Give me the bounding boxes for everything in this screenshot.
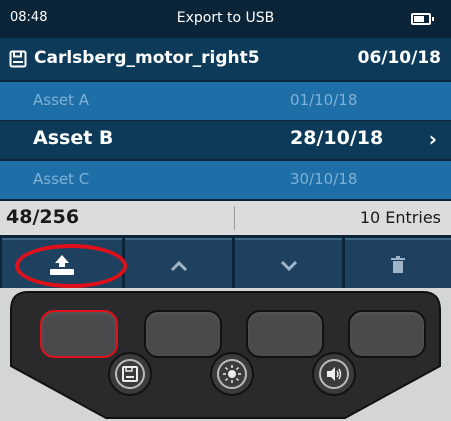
asset-row-b[interactable]: Asset B 28/10/18 › (0, 121, 451, 159)
volume-button[interactable] (312, 352, 356, 396)
status-bar: 08:48 Export to USB (0, 0, 451, 36)
save-icon (122, 366, 138, 382)
chevron-up-icon (170, 260, 188, 272)
floppy-disk-icon (9, 50, 27, 68)
divider (234, 206, 235, 230)
save-button[interactable] (108, 352, 152, 396)
function-button-1[interactable] (40, 310, 118, 358)
function-button-3[interactable] (246, 310, 324, 358)
softkey-delete[interactable] (345, 238, 451, 288)
chevron-down-icon (280, 260, 298, 272)
hardware-panel (0, 288, 451, 421)
asset-name: Asset B (33, 127, 114, 149)
file-date: 06/10/18 (357, 48, 441, 68)
chevron-right-icon: › (428, 127, 437, 151)
brightness-icon (223, 365, 241, 383)
file-header: Carlsberg_motor_right5 06/10/18 (0, 38, 451, 80)
function-button-4[interactable] (348, 310, 426, 358)
screen-title: Export to USB (176, 10, 275, 26)
trash-icon (391, 256, 405, 273)
highlight-annotation (15, 244, 127, 288)
softkey-down[interactable] (235, 238, 342, 288)
function-button-2[interactable] (144, 310, 222, 358)
volume-icon (327, 367, 342, 381)
entries-count: 10 Entries (359, 208, 441, 227)
asset-date: 01/10/18 (290, 91, 358, 109)
softkey-up[interactable] (125, 238, 232, 288)
asset-date: 30/10/18 (290, 170, 358, 188)
asset-name: Asset A (33, 91, 90, 109)
asset-row-c[interactable]: Asset C 30/10/18 (0, 161, 451, 199)
memory-count: 48/256 (6, 206, 80, 228)
info-bar: 48/256 10 Entries (0, 201, 451, 235)
asset-name: Asset C (33, 170, 90, 188)
battery-icon (411, 13, 434, 25)
file-name: Carlsberg_motor_right5 (34, 48, 260, 68)
asset-row-a[interactable]: Asset A 01/10/18 (0, 82, 451, 120)
brightness-button[interactable] (210, 352, 254, 396)
asset-date: 28/10/18 (290, 127, 384, 149)
